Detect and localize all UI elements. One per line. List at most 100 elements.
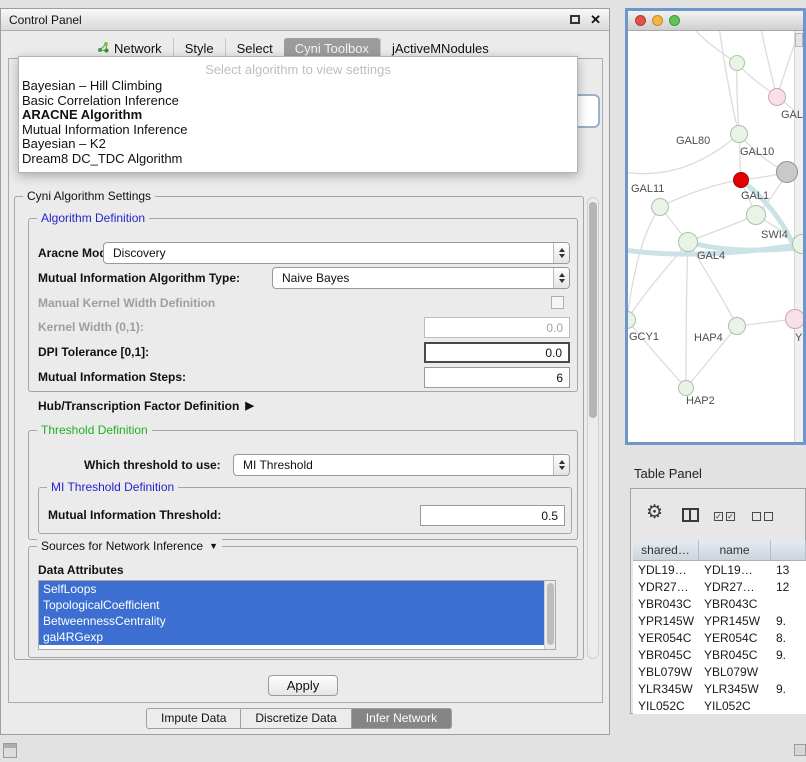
table-cell: 8. xyxy=(771,629,806,646)
table-cell: 13 xyxy=(771,561,806,578)
table-cell: YBL079W xyxy=(633,663,699,680)
kernel-width-input[interactable] xyxy=(424,317,570,338)
column-header-name[interactable]: name xyxy=(699,540,771,560)
apply-button[interactable]: Apply xyxy=(268,675,338,696)
data-attributes-list: SelfLoopsTopologicalCoefficientBetweenne… xyxy=(38,580,556,650)
mi-threshold-input[interactable] xyxy=(420,505,565,526)
network-node-green[interactable] xyxy=(651,198,669,216)
tab-infer-network[interactable]: Infer Network xyxy=(351,708,452,729)
network-node-green[interactable] xyxy=(728,317,746,335)
columns-icon[interactable] xyxy=(682,508,699,522)
data-attributes-label: Data Attributes xyxy=(38,562,124,578)
network-node-gray[interactable] xyxy=(776,161,798,183)
network-node-pink[interactable] xyxy=(768,88,786,106)
kernel-width-label: Kernel Width (0,1): xyxy=(38,317,144,338)
group-title: Algorithm Definition xyxy=(37,211,149,226)
node-label-gal80: GAL80 xyxy=(676,135,710,147)
combo-stepper-icon xyxy=(553,268,569,288)
tab-discretize-data[interactable]: Discretize Data xyxy=(240,708,351,729)
tab-impute-data[interactable]: Impute Data xyxy=(146,708,241,729)
table-cell: YBL079W xyxy=(699,663,771,680)
table-row[interactable]: YBL079WYBL079W xyxy=(633,663,806,680)
manual-kernel-label: Manual Kernel Width Definition xyxy=(38,294,215,312)
node-label-gal1: GAL1 xyxy=(741,190,769,202)
algorithm-options: Bayesian – Hill ClimbingBasic Correlatio… xyxy=(19,79,577,167)
network-node-green[interactable] xyxy=(729,55,745,71)
corner-widget-icon[interactable] xyxy=(794,744,806,756)
table-row[interactable]: YBR043CYBR043C xyxy=(633,595,806,612)
gear-icon[interactable]: ⚙ xyxy=(646,503,663,522)
table-cell: YBR045C xyxy=(633,646,699,663)
sources-expander[interactable]: Sources for Network Inference ▼ xyxy=(37,539,222,554)
table-row[interactable]: YDR27…YDR27…12 xyxy=(633,578,806,595)
network-node-green[interactable] xyxy=(746,205,766,225)
table-cell: 9. xyxy=(771,646,806,663)
hub-definition-expander[interactable]: Hub/Transcription Factor Definition ▶ xyxy=(38,398,254,414)
list-scrollbar[interactable] xyxy=(544,581,555,649)
aracne-mode-select[interactable]: Discovery xyxy=(103,242,570,264)
network-node-red[interactable] xyxy=(733,172,749,188)
table-cell: YDR27… xyxy=(699,578,771,595)
table-cell: YDR27… xyxy=(633,578,699,595)
table-row[interactable]: YIL052CYIL052C xyxy=(633,697,806,714)
node-label-gal10: GAL10 xyxy=(740,146,774,158)
node-label-gal: GAL xyxy=(781,109,803,121)
table-row[interactable]: YER054CYER054C8. xyxy=(633,629,806,646)
column-header-2[interactable] xyxy=(771,540,806,560)
network-node-green[interactable] xyxy=(678,380,694,396)
chevron-down-icon: ▼ xyxy=(209,539,218,554)
deselect-all-checkboxes-icon[interactable] xyxy=(752,512,773,521)
birdseye-button[interactable] xyxy=(795,33,803,47)
dpi-tolerance-input[interactable] xyxy=(424,342,570,363)
attribute-item[interactable]: gal4RGexp xyxy=(39,629,544,645)
attribute-item[interactable]: TopologicalCoefficient xyxy=(39,597,544,613)
network-icon xyxy=(97,41,109,56)
algorithm-option[interactable]: Dream8 DC_TDC Algorithm xyxy=(19,152,577,167)
algorithm-option[interactable]: Basic Correlation Inference xyxy=(19,94,577,109)
algorithm-option[interactable]: Mutual Information Inference xyxy=(19,123,577,138)
table-row[interactable]: YBR045CYBR045C9. xyxy=(633,646,806,663)
attribute-item[interactable]: BetweennessCentrality xyxy=(39,613,544,629)
tab-label: Network xyxy=(114,41,162,56)
table-cell: YPR145W xyxy=(699,612,771,629)
table-cell: YLR345W xyxy=(699,680,771,697)
combo-stepper-icon xyxy=(553,243,569,263)
select-all-checkboxes-icon[interactable]: ✓ ✓ xyxy=(714,512,735,521)
scrollbar-thumb[interactable] xyxy=(547,583,554,645)
table-panel-title: Table Panel xyxy=(634,466,702,481)
zoom-window-icon[interactable] xyxy=(669,15,680,26)
close-window-icon[interactable] xyxy=(635,15,646,26)
close-icon[interactable]: ✕ xyxy=(590,12,601,28)
minimize-window-icon[interactable] xyxy=(652,15,663,26)
network-canvas[interactable]: GAL80GAL10GAL11GAL1SWI4GAL4GCY1HAP4HAP2G… xyxy=(628,31,803,442)
node-label-gcy1: GCY1 xyxy=(629,331,659,343)
table-row[interactable]: YPR145WYPR145W9. xyxy=(633,612,806,629)
node-label-swi4: SWI4 xyxy=(761,229,788,241)
network-node-pink[interactable] xyxy=(785,309,803,329)
algorithm-option[interactable]: Bayesian – Hill Climbing xyxy=(19,79,577,94)
scrollbar-thumb[interactable] xyxy=(589,202,597,418)
mi-type-select[interactable]: Naive Bayes xyxy=(272,267,570,289)
table-cell xyxy=(771,663,806,680)
mi-steps-input[interactable] xyxy=(424,367,570,388)
manual-kernel-checkbox[interactable] xyxy=(551,296,564,309)
chevron-right-icon: ▶ xyxy=(245,398,253,414)
which-threshold-select[interactable]: MI Threshold xyxy=(233,454,570,476)
network-node-green[interactable] xyxy=(730,125,748,143)
table-cell: 9. xyxy=(771,680,806,697)
column-header-shared-[interactable]: shared… xyxy=(633,540,699,560)
float-window-icon[interactable] xyxy=(570,15,580,24)
settings-scrollbar[interactable] xyxy=(587,197,599,659)
node-label-hap4: HAP4 xyxy=(694,332,723,344)
empty-box-icon xyxy=(764,512,773,521)
algorithm-option[interactable]: ARACNE Algorithm xyxy=(19,108,577,123)
table-row[interactable]: YDL19…YDL19…13 xyxy=(633,561,806,578)
network-node-green[interactable] xyxy=(678,232,698,252)
table-row[interactable]: YLR345WYLR345W9. xyxy=(633,680,806,697)
algorithm-option[interactable]: Bayesian – K2 xyxy=(19,137,577,152)
checked-box-icon: ✓ xyxy=(726,512,735,521)
attribute-item[interactable]: SelfLoops xyxy=(39,581,544,597)
which-threshold-value: MI Threshold xyxy=(234,455,553,475)
table-cell: YBR043C xyxy=(699,595,771,612)
dock-panel-icon[interactable] xyxy=(3,743,17,758)
